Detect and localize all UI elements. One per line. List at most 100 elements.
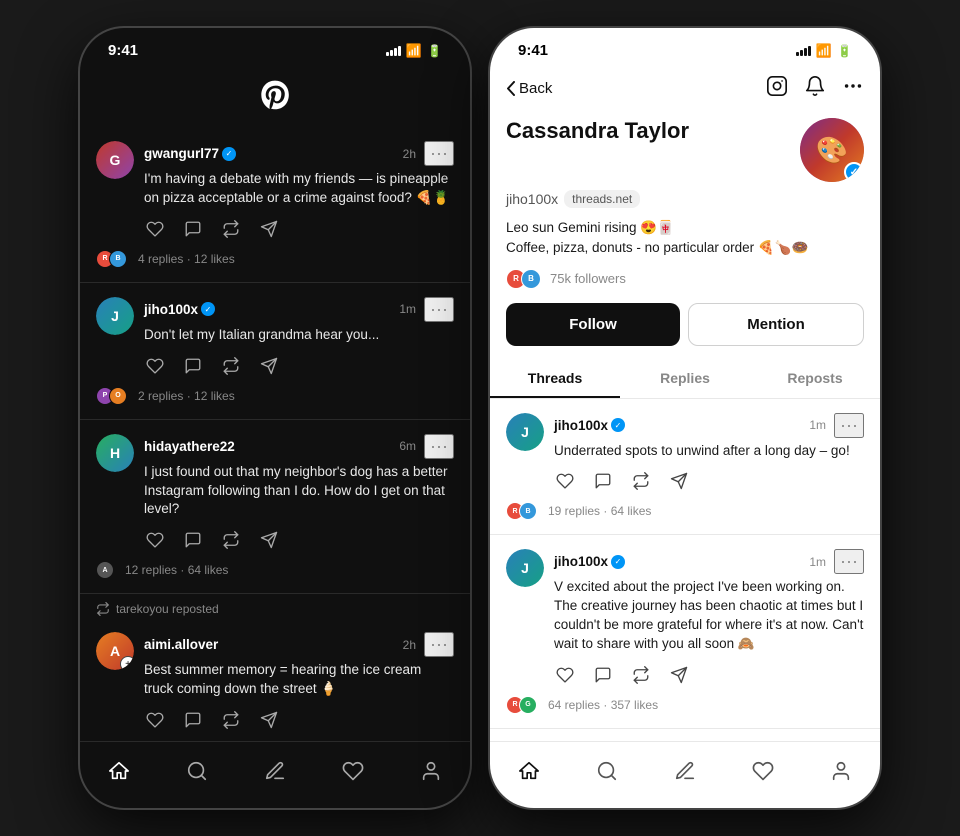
post-4-reply-button[interactable] [182, 709, 204, 731]
nav-home-button[interactable] [92, 754, 146, 788]
post-3-reply-button[interactable] [182, 529, 204, 551]
profile-post-1-share-button[interactable] [668, 470, 690, 492]
nav-activity-button[interactable] [326, 754, 380, 788]
profile-post-2-meta: jiho100x ✓ 1m ··· V excited about the pr… [554, 549, 864, 690]
nav-home-button-right[interactable] [502, 754, 556, 788]
profile-post-2-reply-button[interactable] [592, 664, 614, 686]
post-4-more-button[interactable]: ··· [424, 632, 454, 657]
profile-post-1-time: 1m [809, 418, 826, 432]
nav-activity-button-right[interactable] [736, 754, 790, 788]
post-1: G gwangurl77 ✓ 2h ··· [80, 127, 470, 283]
post-4-share-button[interactable] [258, 709, 280, 731]
tab-reposts[interactable]: Reposts [750, 360, 880, 398]
followers-count: 75k followers [550, 271, 626, 286]
back-button[interactable]: Back [506, 80, 552, 97]
nav-profile-button[interactable] [404, 754, 458, 788]
wifi-icon-right: 📶 [816, 43, 832, 59]
profile-post-1-repost-button[interactable] [630, 470, 652, 492]
profile-bio: Leo sun Gemini rising 😍🀄Coffee, pizza, d… [506, 218, 864, 259]
profile-domain-badge: threads.net [564, 190, 640, 208]
post-3-like-button[interactable] [144, 529, 166, 551]
time-right: 9:41 [518, 42, 548, 59]
signal-icon [386, 46, 401, 56]
post-1-username: gwangurl77 [144, 146, 219, 161]
post-4-header: A + aimi.allover 2h ··· [96, 632, 454, 735]
profile-post-1-content: Underrated spots to unwind after a long … [554, 442, 864, 461]
profile-handle-row: jiho100x threads.net [506, 190, 864, 208]
status-icons-left: 📶 🔋 [386, 43, 442, 59]
profile-post-1: J jiho100x ✓ 1m ··· [490, 399, 880, 536]
post-4-content: Best summer memory = hearing the ice cre… [144, 661, 454, 699]
profile-post-2: J jiho100x ✓ 1m ··· [490, 535, 880, 729]
wifi-icon: 📶 [406, 43, 422, 59]
post-3-share-button[interactable] [258, 529, 280, 551]
post-2-share-button[interactable] [258, 355, 280, 377]
post-2-more-button[interactable]: ··· [424, 297, 454, 322]
profile-post-2-stat-text: 64 replies · 357 likes [548, 698, 658, 712]
post-2-repost-button[interactable] [220, 355, 242, 377]
post-1-more-button[interactable]: ··· [424, 141, 454, 166]
post-4-username: aimi.allover [144, 637, 218, 652]
profile-post-2-repost-button[interactable] [630, 664, 652, 686]
profile-post-2-actions [554, 664, 864, 690]
profile-post-2-more-button[interactable]: ··· [834, 549, 864, 574]
post-4-repost-button[interactable] [220, 709, 242, 731]
tab-replies[interactable]: Replies [620, 360, 750, 398]
nav-search-button-right[interactable] [580, 754, 634, 788]
more-options-button[interactable] [842, 75, 864, 102]
post-1-reply-button[interactable] [182, 218, 204, 240]
post-3-more-button[interactable]: ··· [424, 434, 454, 459]
notification-icon-button[interactable] [804, 75, 826, 102]
profile-verified-badge: ✓ [844, 162, 864, 182]
post-1-repost-button[interactable] [220, 218, 242, 240]
feed: G gwangurl77 ✓ 2h ··· [80, 127, 470, 741]
profile-post-1-stat-text: 19 replies · 64 likes [548, 504, 651, 518]
post-2-time: 1m [399, 302, 416, 316]
battery-icon-right: 🔋 [837, 44, 852, 58]
profile-post-2-like-button[interactable] [554, 664, 576, 686]
post-2-reply-button[interactable] [182, 355, 204, 377]
profile-post-2-username: jiho100x [554, 554, 608, 569]
profile-post-1-meta: jiho100x ✓ 1m ··· Underrated spots to un… [554, 413, 864, 497]
left-phone: 9:41 📶 🔋 [80, 28, 470, 808]
post-3-repost-button[interactable] [220, 529, 242, 551]
post-2: J jiho100x ✓ 1m ··· [80, 283, 470, 420]
post-4-like-button[interactable] [144, 709, 166, 731]
profile-post-1-like-button[interactable] [554, 470, 576, 492]
post-2-avatar: J [96, 297, 134, 335]
post-3-meta: hidayathere22 6m ··· I just found out th… [144, 434, 454, 556]
post-3-username: hidayathere22 [144, 439, 235, 454]
profile-section: Cassandra Taylor 🎨 ✓ jiho100x threads.ne… [490, 110, 880, 346]
profile-post-2-time: 1m [809, 555, 826, 569]
post-3-actions [144, 529, 454, 555]
nav-profile-button-right[interactable] [814, 754, 868, 788]
profile-post-2-share-button[interactable] [668, 664, 690, 686]
post-1-stats: R B 4 replies · 12 likes [96, 250, 454, 274]
post-1-like-button[interactable] [144, 218, 166, 240]
post-2-like-button[interactable] [144, 355, 166, 377]
post-1-share-button[interactable] [258, 218, 280, 240]
time-left: 9:41 [108, 42, 138, 59]
tab-threads[interactable]: Threads [490, 360, 620, 398]
bottom-nav-right [490, 741, 880, 808]
post-4-avatar: A + [96, 632, 134, 670]
nav-compose-button-right[interactable] [658, 754, 712, 788]
post-4: A + aimi.allover 2h ··· [80, 618, 470, 741]
post-2-actions [144, 355, 454, 381]
post-3: H hidayathere22 6m ··· I just fo [80, 420, 470, 595]
post-3-avatar: H [96, 434, 134, 472]
post-1-stat-text: 4 replies · 12 likes [138, 252, 235, 266]
profile-post-1-actions [554, 470, 864, 496]
post-4-meta: aimi.allover 2h ··· Best summer memory =… [144, 632, 454, 735]
profile-post-1-more-button[interactable]: ··· [834, 413, 864, 438]
nav-search-button[interactable] [170, 754, 224, 788]
instagram-icon-button[interactable] [766, 75, 788, 102]
nav-compose-button[interactable] [248, 754, 302, 788]
followers-row: R B 75k followers [506, 269, 864, 289]
follow-button[interactable]: Follow [506, 303, 680, 346]
threads-logo-icon [257, 77, 293, 113]
profile-post-2-avatar: J [506, 549, 544, 587]
profile-post-1-header: J jiho100x ✓ 1m ··· [506, 413, 864, 497]
profile-post-1-reply-button[interactable] [592, 470, 614, 492]
mention-button[interactable]: Mention [688, 303, 864, 346]
